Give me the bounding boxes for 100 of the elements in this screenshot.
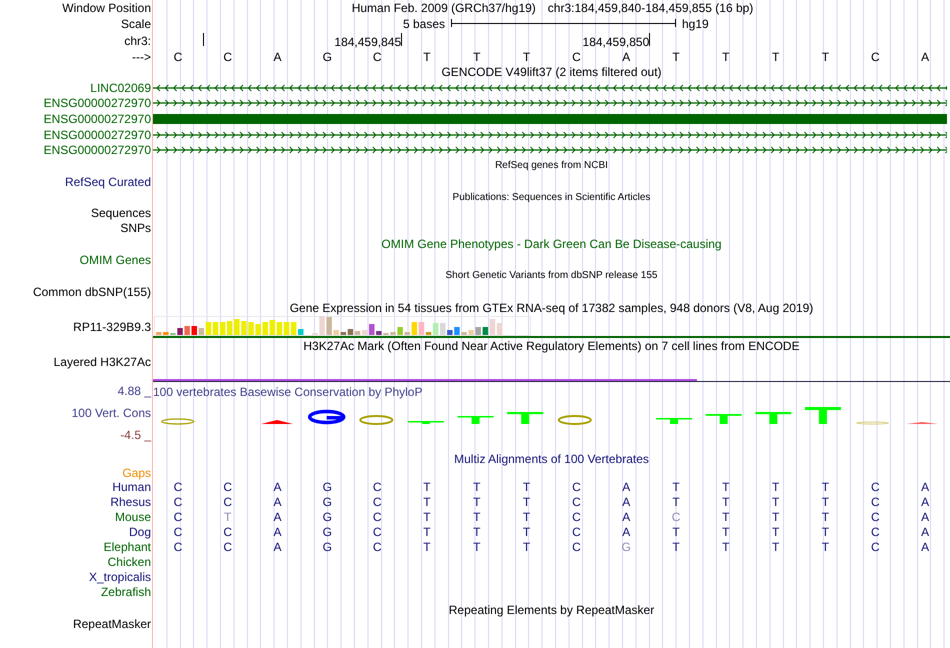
aligned-base: T [772,481,780,494]
aligned-base: G [322,526,332,538]
aligned-base: T [522,511,530,524]
track-label[interactable]: OMIM Genes [80,254,151,266]
aligned-base: T [822,541,830,554]
aligned-base: C [174,481,182,494]
aligned-base: T [473,541,480,554]
track-title[interactable]: Short Genetic Variants from dbSNP release 155 [446,270,658,281]
aligned-base: T [672,541,680,554]
track-title[interactable]: OMIM Gene Phenotypes - Dark Green Can Be Disease-causing [381,238,722,250]
aligned-base: T [822,526,830,538]
aligned-base: T [822,481,830,494]
aligned-base: C [372,511,382,524]
aligned-base: T [772,511,780,524]
track-label[interactable]: RepeatMasker [72,618,151,630]
aligned-base: C [372,541,382,554]
aligned-base: T [772,526,780,538]
aligned-base: T [522,496,530,508]
aligned-base: C [223,541,232,554]
sequence-base: T [722,50,730,62]
aligned-base: C [572,511,581,524]
aligned-base: A [921,496,930,508]
species-label[interactable]: Rhesus [110,496,151,508]
aligned-base: C [572,526,581,538]
aligned-base: T [722,481,730,494]
sequence-base: C [372,50,382,62]
window-position-label: Window Position [62,2,151,14]
aligned-base: C [870,511,880,524]
aligned-base: C [174,496,182,508]
aligned-base: C [174,511,182,524]
sequence-base: C [572,50,581,62]
species-label[interactable]: Dog [128,526,151,538]
assembly-label: hg19 [682,18,709,30]
expression-bars-drawing[interactable] [154,316,534,336]
gene-label[interactable]: ENSG00000272970 [44,128,151,141]
aligned-base: C [372,481,382,494]
sequence-base: A [274,50,282,62]
coordinate-label: 184,459,845 [334,36,402,48]
track-title[interactable]: H3K27Ac Mark (Often Found Near Active Regulatory Elements) on 7 cell lines from ENCODE [303,340,800,352]
aligned-base: C [870,541,880,554]
aligned-base: T [722,496,730,508]
sequence-base: C [223,50,232,62]
gene-label[interactable]: ENSG00000272970 [44,97,151,110]
track-title[interactable]: RefSeq genes from NCBI [495,161,608,172]
aligned-base: A [274,496,282,508]
aligned-base: A [921,541,930,554]
track-label[interactable]: 100 Vert. Cons [72,406,151,419]
scale-label: Scale [120,18,151,30]
aligned-base: A [622,511,630,524]
aligned-base: C [174,541,182,554]
track-label[interactable]: Sequences [90,207,151,220]
aligned-base: T [722,511,730,524]
position-text: chr3:184,459,840-184,459,855 (16 bp) [548,2,754,14]
aligned-base: C [223,496,232,508]
aligned-base: T [672,526,680,538]
gene-label[interactable]: RP11-329B9.3 [73,320,151,333]
track-title[interactable]: Gene Expression in 54 tissues from GTEx RNA-seq of 17382 samples, 948 donors (V8, Aug 2019) [290,302,814,314]
aligned-base: G [322,541,332,554]
gene-label[interactable]: ENSG00000272970 [44,112,151,125]
aligned-base: A [921,526,930,538]
aligned-base: T [822,511,830,524]
aligned-base: C [870,481,880,494]
aligned-base: T [772,496,780,508]
assembly-text: Human Feb. 2009 (GRCh37/hg19) [352,2,536,14]
aligned-base: A [274,481,282,494]
track-title[interactable]: 100 vertebrates Basewise Conservation by PhyloP [153,384,422,399]
strand-label: ---> [132,50,151,62]
track-title[interactable]: Multiz Alignments of 100 Vertebrates [454,452,649,465]
aligned-base: A [622,526,630,538]
sequence-base: T [473,50,480,62]
species-label[interactable]: Zebrafish [100,586,151,598]
track-title[interactable]: Repeating Elements by RepeatMasker [448,604,654,616]
sequence-base: T [672,50,680,62]
aligned-base: C [572,541,581,554]
aligned-base: G [322,481,332,494]
gene-label[interactable]: ENSG00000272970 [44,144,151,156]
species-label[interactable]: X_tropicalis [88,571,151,584]
track-title[interactable]: GENCODE V49lift37 (2 items filtered out) [441,66,662,78]
aligned-base: T [423,526,431,538]
track-label[interactable]: RefSeq Curated [64,176,151,188]
track-title[interactable]: Publications: Sequences in Scientific Articles [452,192,650,203]
gene-block[interactable] [153,112,947,125]
aligned-base: A [921,511,930,524]
aligned-base: C [572,496,581,508]
gene-label[interactable]: LINC02069 [90,82,151,94]
scale-text: 5 bases [402,18,445,30]
track-label[interactable]: SNPs [120,222,151,234]
species-label[interactable]: Human [112,481,151,494]
aligned-base: A [921,481,930,494]
aligned-base: T [423,496,431,508]
track-label[interactable]: Layered H3K27Ac [54,356,151,368]
aligned-base: C [672,511,680,524]
species-label[interactable]: Chicken [108,556,151,568]
species-label[interactable]: Elephant [104,541,151,554]
chromosome-label: chr3: [124,34,151,46]
axis-max-label: 4.88 _ [118,384,151,397]
aligned-base: A [622,496,630,508]
track-label[interactable]: Common dbSNP(155) [32,286,151,298]
aligned-base: A [274,541,282,554]
species-label[interactable]: Mouse [114,511,151,524]
